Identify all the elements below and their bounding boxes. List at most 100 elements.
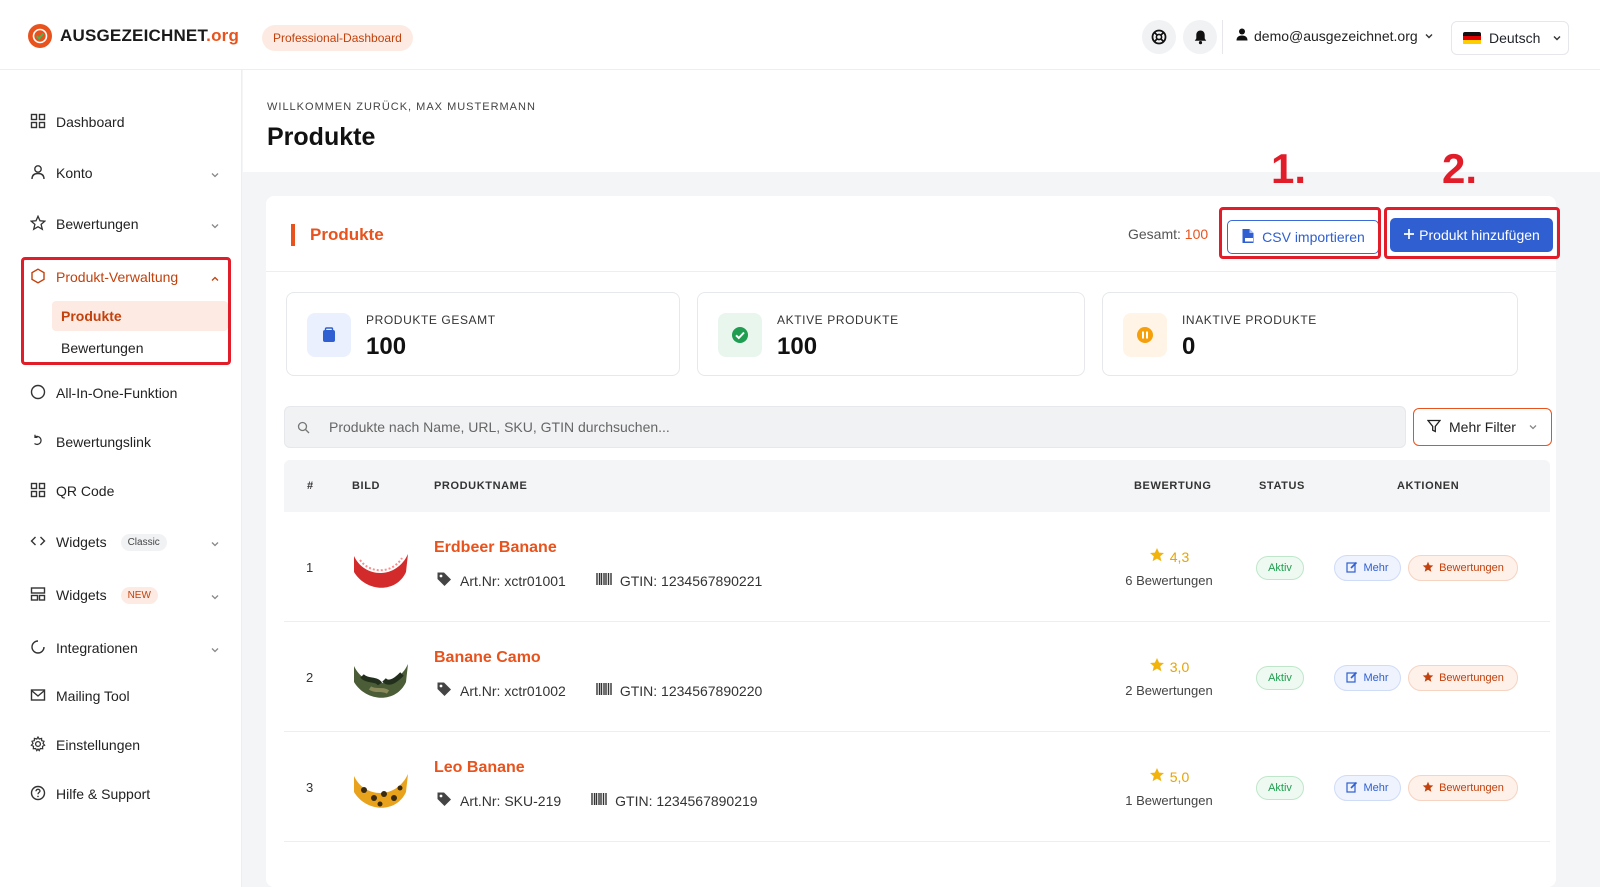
layout-icon	[30, 586, 46, 605]
review-count: 6 Bewertungen	[1125, 573, 1213, 588]
reviews-button[interactable]: Bewertungen	[1408, 665, 1518, 691]
chevron-down-icon	[1424, 28, 1434, 44]
annotation-step-2: 2.	[1442, 145, 1478, 192]
reviews-label: Bewertungen	[1439, 562, 1504, 574]
chevron-down-icon	[210, 167, 220, 183]
logo[interactable]: AUSGEZEICHNET.org	[28, 24, 239, 48]
table-row[interactable]: 1 Erdbeer Banane Art.Nr: xctr01001 GTIN:…	[284, 512, 1550, 622]
sidebar-item-einstellungen[interactable]: Einstellungen	[30, 733, 220, 757]
code-icon	[30, 533, 46, 552]
stat-total-products: PRODUKTE GESAMT 100	[286, 292, 680, 376]
sidebar-item-widgets-new[interactable]: Widgets NEW	[30, 583, 220, 607]
product-meta: Art.Nr: xctr01001 GTIN: 1234567890221	[436, 571, 762, 590]
top-bar: AUSGEZEICHNET.org Professional-Dashboard…	[0, 0, 1600, 70]
star-icon	[1149, 767, 1165, 786]
sidebar-item-label: Hilfe & Support	[56, 786, 151, 802]
chevron-down-icon	[210, 536, 220, 552]
stat-label: PRODUKTE GESAMT	[366, 313, 496, 327]
sidebar-item-label: All-In-One-Funktion	[56, 385, 178, 401]
search-bar	[284, 406, 1406, 448]
sidebar-item-bewertungen[interactable]: Bewertungen	[29, 212, 220, 236]
product-image	[350, 538, 410, 596]
star-outline-icon	[29, 214, 47, 234]
sidebar-item-label: QR Code	[56, 483, 115, 499]
reviews-button[interactable]: Bewertungen	[1408, 555, 1518, 581]
german-flag-icon	[1463, 31, 1481, 45]
stat-value: 100	[366, 333, 407, 360]
table-row[interactable]: 3 Leo Banane Art.Nr: SKU-219 GTIN: 12345…	[284, 732, 1550, 842]
product-name-link[interactable]: Erdbeer Banane	[434, 539, 557, 557]
search-input[interactable]	[329, 407, 1389, 447]
sidebar-item-all-in-one[interactable]: All-In-One-Funktion	[30, 381, 220, 405]
grid-icon	[30, 113, 46, 132]
sidebar-item-widgets-classic[interactable]: Widgets Classic	[30, 530, 220, 554]
welcome-text: WILLKOMMEN ZURÜCK, MAX MUSTERMANN	[267, 101, 536, 113]
highlight-box-produkt-verwaltung	[21, 257, 231, 365]
column-header: AKTIONEN	[1397, 480, 1460, 492]
logo-text: AUSGEZEICHNET.org	[60, 26, 240, 45]
product-image	[350, 758, 410, 816]
sidebar: Dashboard Konto Bewertungen Produkt-Verw…	[0, 70, 242, 887]
user-email: demo@ausgezeichnet.org	[1254, 28, 1418, 44]
review-count: 2 Bewertungen	[1125, 683, 1213, 698]
card-title: Produkte	[291, 224, 384, 246]
edit-icon	[1346, 561, 1358, 576]
column-header: STATUS	[1259, 480, 1305, 492]
status-badge: Aktiv	[1256, 776, 1304, 800]
sidebar-item-bewertungslink[interactable]: Bewertungslink	[30, 430, 220, 454]
star-icon	[1149, 657, 1165, 676]
user-menu[interactable]: demo@ausgezeichnet.org	[1236, 28, 1434, 44]
stat-active-products: AKTIVE PRODUKTE 100	[697, 292, 1085, 376]
header-divider	[1222, 20, 1223, 54]
language-label: Deutsch	[1489, 30, 1541, 46]
search-icon	[297, 421, 310, 439]
row-index: 1	[306, 560, 314, 575]
sidebar-item-label: Widgets	[56, 534, 107, 550]
product-sku: Art.Nr: xctr01002	[460, 682, 566, 699]
chevron-down-icon	[1552, 30, 1562, 46]
logo-check-icon	[28, 24, 52, 48]
sidebar-item-label: Einstellungen	[56, 737, 141, 753]
sidebar-item-hilfe[interactable]: Hilfe & Support	[30, 782, 220, 806]
loader-icon	[30, 639, 46, 658]
table-row[interactable]: 2 Banane Camo Art.Nr: xctr01002 GTIN: 12…	[284, 622, 1550, 732]
more-button[interactable]: Mehr	[1334, 775, 1401, 801]
product-name-link[interactable]: Leo Banane	[434, 759, 525, 777]
circle-icon	[30, 384, 46, 403]
total-count: Gesamt: 100	[1128, 226, 1209, 242]
language-select[interactable]: Deutsch	[1451, 21, 1569, 55]
more-label: Mehr	[1363, 782, 1389, 794]
more-filters-button[interactable]: Mehr Filter	[1413, 408, 1552, 446]
more-button[interactable]: Mehr	[1334, 665, 1401, 691]
row-index: 3	[306, 780, 314, 795]
sidebar-item-label: Bewertungslink	[56, 434, 151, 450]
sidebar-item-label: Dashboard	[56, 114, 125, 130]
product-gtin: GTIN: 1234567890220	[619, 682, 763, 699]
sidebar-item-dashboard[interactable]: Dashboard	[30, 110, 220, 134]
sidebar-item-label: Bewertungen	[56, 216, 139, 232]
sidebar-item-mailing-tool[interactable]: Mailing Tool	[30, 684, 220, 708]
reviews-button[interactable]: Bewertungen	[1408, 775, 1518, 801]
sidebar-item-qr-code[interactable]: QR Code	[30, 479, 220, 503]
product-meta: Art.Nr: xctr01002 GTIN: 1234567890220	[436, 681, 762, 700]
rating-score: 3,0	[1169, 658, 1190, 675]
product-name-link[interactable]: Banane Camo	[434, 649, 541, 667]
edit-icon	[1346, 671, 1358, 686]
sidebar-item-konto[interactable]: Konto	[30, 161, 220, 185]
products-card: Produkte Gesamt: 100 CSV importieren Pro…	[266, 196, 1556, 887]
page-title: Produkte	[267, 123, 376, 151]
sidebar-item-label: Widgets	[56, 587, 107, 603]
help-lifebuoy-icon[interactable]	[1142, 20, 1176, 54]
stat-value: 100	[777, 333, 818, 360]
rating-cell: 3,0 2 Bewertungen	[1094, 657, 1244, 698]
star-icon	[1422, 671, 1434, 686]
bell-icon[interactable]	[1183, 20, 1217, 54]
classic-badge: Classic	[120, 533, 167, 551]
more-button[interactable]: Mehr	[1334, 555, 1401, 581]
tag-icon	[436, 571, 452, 590]
rating-cell: 5,0 1 Bewertungen	[1094, 767, 1244, 808]
sidebar-item-integrationen[interactable]: Integrationen	[30, 636, 220, 660]
column-header: #	[307, 480, 314, 492]
mail-icon	[30, 687, 46, 706]
tag-icon	[436, 791, 452, 810]
